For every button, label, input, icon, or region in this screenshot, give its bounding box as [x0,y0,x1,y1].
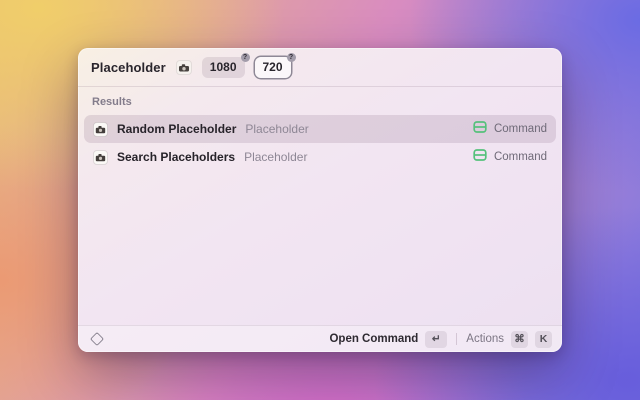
launcher-window: Placeholder 1080 ? 720 ? Results Random … [78,48,562,352]
camera-placeholder-icon [93,121,108,137]
list-item[interactable]: Search Placeholders Placeholder Command [84,143,556,171]
footer-divider [456,333,458,345]
results-section-label: Results [92,96,132,108]
question-badge-icon[interactable]: ? [286,52,296,62]
camera-placeholder-icon [93,149,108,165]
command-window-icon [473,148,487,167]
argument-token-width-value: 1080 [209,59,237,74]
search-query-text[interactable]: Placeholder [91,60,166,75]
question-badge-icon[interactable]: ? [240,52,250,62]
list-item-subtitle: Placeholder [244,150,308,164]
action-bar: Open Command ↵ Actions ⌘ K [78,325,562,352]
argument-token-width[interactable]: 1080 ? [201,52,250,78]
list-item-subtitle: Placeholder [245,122,309,136]
search-bar[interactable]: Placeholder 1080 ? 720 ? [78,48,562,86]
k-key-icon: K [535,330,552,348]
argument-token-height[interactable]: 720 ? [254,52,296,78]
list-item-title: Random Placeholder [117,122,237,136]
actions-menu-button[interactable]: Actions [466,333,504,345]
command-key-icon: ⌘ [511,330,528,348]
command-window-icon [473,120,487,139]
primary-action-label[interactable]: Open Command [329,333,418,345]
results-list: Results Random Placeholder Placeholder C… [78,87,562,325]
argument-token-height-value: 720 [262,59,283,74]
list-item[interactable]: Random Placeholder Placeholder Command [84,115,556,143]
list-item-accessory: Command [493,123,547,135]
return-key-icon: ↵ [425,330,448,348]
diamond-logo-icon [89,331,105,347]
list-item-title: Search Placeholders [117,150,236,164]
camera-placeholder-icon [175,59,192,75]
list-item-accessory: Command [493,151,547,163]
